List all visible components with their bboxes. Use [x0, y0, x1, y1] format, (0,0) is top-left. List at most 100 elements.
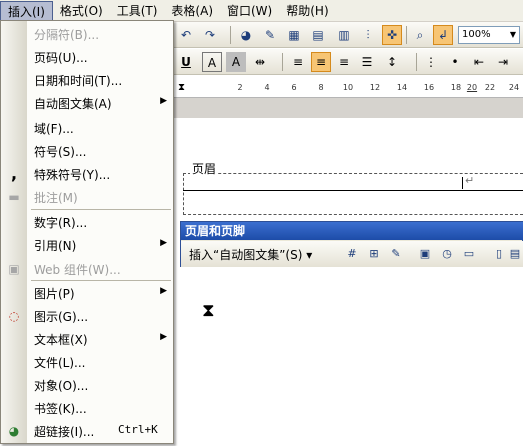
- menu-item-label: 超链接(I)...: [34, 425, 95, 439]
- menubar: 插入(I) 格式(O) 工具(T) 表格(A) 窗口(W) 帮助(H): [0, 0, 523, 22]
- document-page[interactable]: [174, 118, 523, 446]
- indent-marker-icon[interactable]: ⧗: [178, 82, 185, 93]
- menu-item-break[interactable]: 分隔符(B)...: [1, 22, 173, 45]
- menu-item-diagram[interactable]: ◌ 图示(G)...: [1, 304, 173, 327]
- submenu-arrow-icon: ▶: [160, 96, 167, 106]
- align-right-icon[interactable]: ≡: [334, 52, 354, 72]
- menu-item-symbol[interactable]: 符号(S)...: [1, 139, 173, 162]
- menu-item-field[interactable]: 域(F)...: [1, 116, 173, 139]
- menu-item-label: 数字(R)...: [34, 216, 88, 230]
- insert-hyperlink-icon[interactable]: ◕: [236, 25, 256, 45]
- character-border-icon[interactable]: A: [202, 52, 222, 72]
- menu-item-special-symbol[interactable]: , 特殊符号(Y)...: [1, 162, 173, 185]
- show-formatting-icon[interactable]: ⌕: [410, 25, 430, 45]
- menu-item-reference[interactable]: 引用(N) ▶: [1, 233, 173, 256]
- menu-tools[interactable]: 工具(T): [110, 1, 165, 21]
- ruler-tick: 4: [264, 83, 270, 92]
- web-component-icon: ▣: [8, 262, 20, 276]
- columns-icon[interactable]: ▥: [334, 25, 354, 45]
- menu-item-autotext[interactable]: 自动图文集(A) ▶: [1, 91, 173, 114]
- ruler-tick: 22: [484, 83, 496, 92]
- menu-item-label: 批注(M): [34, 191, 78, 205]
- insert-autotext-button[interactable]: 插入“自动图文集”(S) ▾: [189, 246, 312, 263]
- paragraph-mark: ↵: [465, 174, 475, 187]
- format-page-number-icon[interactable]: ✎: [388, 246, 404, 262]
- menu-window[interactable]: 窗口(W): [220, 1, 279, 21]
- menu-item-object[interactable]: 对象(O)...: [1, 373, 173, 396]
- undo-icon[interactable]: ↶: [176, 25, 196, 45]
- menu-format[interactable]: 格式(O): [53, 1, 110, 21]
- menu-item-label: 日期和时间(T)...: [34, 74, 123, 88]
- insert-excel-icon[interactable]: ▤: [308, 25, 328, 45]
- submenu-arrow-icon: ▶: [160, 332, 167, 342]
- menu-item-number[interactable]: 数字(R)...: [1, 210, 173, 233]
- toolbar-separator: [282, 53, 283, 71]
- chevron-down-icon: ▼: [509, 30, 517, 39]
- menu-item-page-numbers[interactable]: 页码(U)...: [1, 45, 173, 68]
- toolbar-separator: [406, 26, 407, 44]
- document-map-icon[interactable]: ✜: [382, 25, 402, 45]
- menu-item-label: 引用(N): [34, 239, 77, 253]
- insert-date-icon[interactable]: ▣: [417, 246, 433, 262]
- line-spacing-icon[interactable]: ↕: [382, 52, 402, 72]
- same-as-previous-icon[interactable]: ▤: [507, 246, 523, 262]
- insert-time-icon[interactable]: ◷: [439, 246, 455, 262]
- menu-item-hyperlink[interactable]: ◕ 超链接(I)... Ctrl+K: [1, 419, 173, 442]
- diagram-icon: ◌: [8, 309, 20, 323]
- menu-help[interactable]: 帮助(H): [279, 1, 335, 21]
- increase-indent-icon[interactable]: ⇥: [493, 52, 513, 72]
- horizontal-ruler[interactable]: ⧗ 2 4 6 8 10 12 14 16 18 20 22 24: [174, 80, 523, 98]
- show-hide-icon[interactable]: ↲: [433, 25, 453, 45]
- ruler-tick: 6: [291, 83, 297, 92]
- numbering-icon[interactable]: ⋮: [421, 52, 441, 72]
- page-setup-icon[interactable]: ▭: [461, 246, 477, 262]
- zoom-select[interactable]: 100% ▼: [458, 26, 520, 44]
- menu-item-label: 符号(S)...: [34, 145, 87, 159]
- menu-item-date-time[interactable]: 日期和时间(T)...: [1, 68, 173, 91]
- menu-item-label: 文件(L)...: [34, 356, 86, 370]
- menu-item-label: 分隔符(B)...: [34, 28, 100, 42]
- redo-icon[interactable]: ↷: [200, 25, 220, 45]
- align-center-icon[interactable]: ≡: [311, 52, 331, 72]
- show-hide-text-icon[interactable]: ▯: [491, 246, 507, 262]
- text-cursor: [462, 177, 463, 189]
- bullets-icon[interactable]: •: [445, 52, 465, 72]
- comma-icon: ,: [10, 164, 18, 183]
- header-footer-toolbar: 页眉和页脚 插入“自动图文集”(S) ▾ # ⊞ ✎ ▣ ◷ ▭ ▯ ▤: [180, 221, 523, 267]
- ruler-tick: 12: [369, 83, 381, 92]
- menu-item-comment[interactable]: ▬ 批注(M): [1, 185, 173, 208]
- menu-table[interactable]: 表格(A): [164, 1, 220, 21]
- insert-page-number-icon[interactable]: #: [344, 246, 360, 262]
- ruler-tick: 8: [318, 83, 324, 92]
- drawing-icon[interactable]: ⫶: [358, 25, 378, 45]
- menu-item-label: 特殊符号(Y)...: [34, 168, 111, 182]
- align-left-icon[interactable]: ≡: [288, 52, 308, 72]
- menu-insert[interactable]: 插入(I): [0, 0, 53, 21]
- submenu-arrow-icon: ▶: [160, 238, 167, 248]
- insert-menu: 分隔符(B)... 页码(U)... 日期和时间(T)... 自动图文集(A) …: [0, 20, 174, 444]
- menu-item-label: 文本框(X): [34, 333, 88, 347]
- ruler-tick: 10: [342, 83, 354, 92]
- ruler-tick: 14: [396, 83, 408, 92]
- menu-item-textbox[interactable]: 文本框(X) ▶: [1, 327, 173, 350]
- header-tag: 页眉: [190, 160, 219, 177]
- insert-page-count-icon[interactable]: ⊞: [366, 246, 382, 262]
- underline-icon[interactable]: U: [176, 52, 196, 72]
- hourglass-icon: ⧗: [202, 300, 215, 321]
- menu-item-bookmark[interactable]: 书签(K)...: [1, 396, 173, 419]
- insert-table-icon[interactable]: ▦: [284, 25, 304, 45]
- page-margin-area: [174, 98, 523, 118]
- justify-icon[interactable]: ☰: [357, 52, 377, 72]
- tables-borders-icon[interactable]: ✎: [260, 25, 280, 45]
- menu-item-web-component[interactable]: ▣ Web 组件(W)...: [1, 257, 173, 280]
- character-shading-icon[interactable]: A: [226, 52, 246, 72]
- menu-item-picture[interactable]: 图片(P) ▶: [1, 281, 173, 304]
- ruler-tick: 24: [508, 83, 520, 92]
- decrease-indent-icon[interactable]: ⇤: [469, 52, 489, 72]
- menu-item-label: 书签(K)...: [34, 402, 87, 416]
- header-footer-title[interactable]: 页眉和页脚: [181, 222, 523, 240]
- character-scale-icon[interactable]: ⇹: [250, 52, 270, 72]
- menu-item-file[interactable]: 文件(L)...: [1, 350, 173, 373]
- hyperlink-icon: ◕: [8, 424, 20, 438]
- toolbar-separator: [230, 26, 231, 44]
